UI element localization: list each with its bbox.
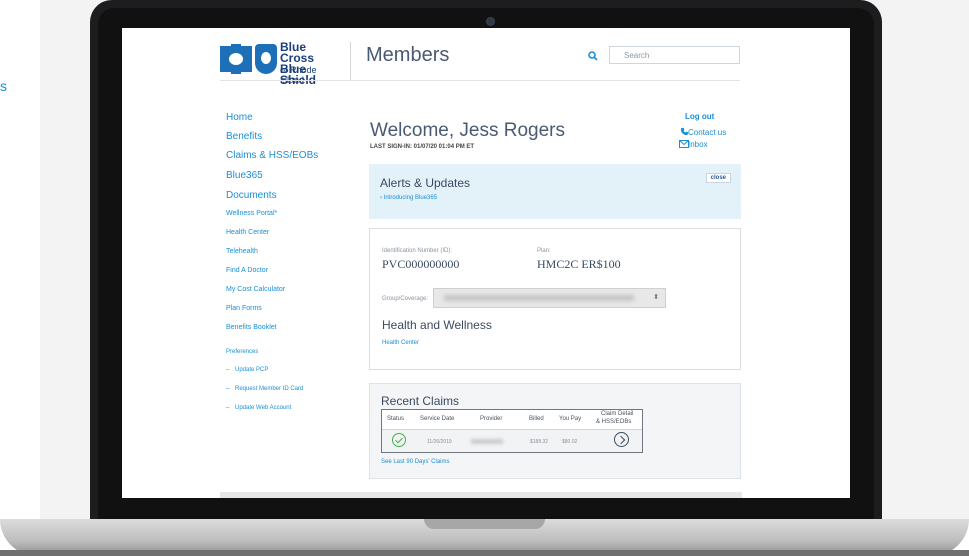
- claims-table: Status Service Date Provider Billed You …: [381, 409, 643, 453]
- col-claim-detail: Claim Detail: [601, 411, 634, 417]
- header-divider: [350, 42, 351, 80]
- col-status: Status: [387, 416, 405, 422]
- search-input[interactable]: Search: [609, 46, 740, 64]
- table-row[interactable]: 11/26/2019 $188.32 $80.02: [382, 430, 642, 452]
- sidebar-item-plan-forms[interactable]: Plan Forms: [226, 305, 262, 312]
- redacted-group-value: [444, 295, 634, 301]
- blue-cross-icon: [220, 44, 252, 74]
- alert-link-blue365[interactable]: › Introducing Blue365: [380, 195, 437, 201]
- alerts-panel: Alerts & Updates › Introducing Blue365 c…: [369, 164, 741, 219]
- plan-label: Plan:: [537, 248, 551, 254]
- cell-billed: $188.32: [530, 439, 549, 445]
- redacted-provider: [471, 439, 503, 444]
- sidebar-item-claims[interactable]: Claims & HSS/EOBs: [226, 150, 318, 161]
- preferences-dash-1: –: [226, 367, 230, 373]
- sidebar-item-request-id-card[interactable]: Request Member ID Card: [235, 386, 303, 392]
- sidebar-item-telehealth[interactable]: Telehealth: [226, 248, 258, 255]
- welcome-heading: Welcome, Jess Rogers: [370, 120, 565, 141]
- cell-service-date: 11/26/2019: [427, 439, 452, 445]
- laptop-shadow: [0, 550, 969, 556]
- blue-shield-icon: [255, 44, 277, 74]
- sidebar-item-health-center[interactable]: Health Center: [226, 229, 269, 236]
- header-rule: [220, 80, 740, 81]
- cell-you-pay: $80.02: [562, 439, 578, 445]
- member-id-card: Identification Number (ID): PVC000000000…: [369, 228, 741, 370]
- col-provider: Provider: [480, 416, 503, 422]
- last-90-days-claims-link[interactable]: See Last 90 Days' Claims: [381, 459, 450, 465]
- laptop-screen: Blue Cross Blue Shield of Rhode Island M…: [122, 28, 850, 498]
- id-number-value: PVC000000000: [382, 257, 460, 271]
- col-service-date: Service Date: [420, 416, 455, 422]
- preferences-dash-3: –: [226, 405, 230, 411]
- claims-table-header: Status Service Date Provider Billed You …: [382, 410, 642, 430]
- logo-line-1: Blue Cross: [280, 40, 315, 65]
- health-center-link[interactable]: Health Center: [382, 340, 419, 346]
- preferences-label: Preferences: [226, 349, 259, 355]
- sidebar-item-cost-calculator[interactable]: My Cost Calculator: [226, 286, 285, 293]
- page-edge-text: s: [0, 78, 7, 94]
- sidebar-item-blue365[interactable]: Blue365: [226, 170, 263, 181]
- footer-band: [220, 492, 742, 498]
- id-number-label: Identification Number (ID):: [382, 248, 453, 254]
- preferences-dash-2: –: [226, 386, 230, 392]
- col-billed: Billed: [529, 416, 544, 422]
- logo-line-3: of Rhode Island: [280, 65, 317, 85]
- sidebar-item-update-pcp[interactable]: Update PCP: [235, 367, 268, 373]
- inbox-link[interactable]: Inbox: [688, 140, 708, 149]
- check-circle-icon: [392, 433, 406, 447]
- logout-link[interactable]: Log out: [685, 112, 714, 121]
- health-wellness-title: Health and Wellness: [382, 318, 492, 332]
- alerts-title: Alerts & Updates: [380, 176, 471, 190]
- bcbs-logo[interactable]: Blue Cross Blue Shield of Rhode Island: [220, 40, 338, 86]
- contact-us-link[interactable]: Contact us: [688, 128, 726, 137]
- camera-icon: [486, 17, 495, 26]
- recent-claims-panel: Recent Claims Status Service Date Provid…: [369, 383, 741, 479]
- sidebar-item-wellness-portal[interactable]: Wellness Portal*: [226, 210, 277, 217]
- sidebar-item-home[interactable]: Home: [226, 112, 253, 123]
- alerts-close-button[interactable]: close: [705, 173, 731, 183]
- section-title: Members: [366, 44, 450, 66]
- sidebar-item-benefits[interactable]: Benefits: [226, 131, 262, 142]
- sidebar-item-update-web-account[interactable]: Update Web Account: [235, 405, 291, 411]
- sidebar-item-find-a-doctor[interactable]: Find A Doctor: [226, 267, 268, 274]
- select-arrow-icon: ⬍: [653, 294, 659, 301]
- last-signin: LAST SIGN-IN: 01/07/20 01:04 PM ET: [370, 144, 475, 150]
- plan-value: HMC2C ER$100: [537, 257, 621, 271]
- group-coverage-label: Group/Coverage:: [382, 296, 429, 302]
- col-hss-eobs: & HSS/EOBs: [596, 419, 632, 425]
- laptop-notch: [424, 519, 545, 529]
- sidebar-item-documents[interactable]: Documents: [226, 190, 277, 201]
- group-coverage-select[interactable]: ⬍: [433, 288, 666, 308]
- sidebar-item-benefits-booklet[interactable]: Benefits Booklet: [226, 324, 277, 331]
- col-you-pay: You Pay: [559, 416, 582, 422]
- recent-claims-title: Recent Claims: [381, 394, 460, 408]
- search-icon[interactable]: [588, 51, 598, 61]
- chevron-right-icon[interactable]: [614, 432, 629, 447]
